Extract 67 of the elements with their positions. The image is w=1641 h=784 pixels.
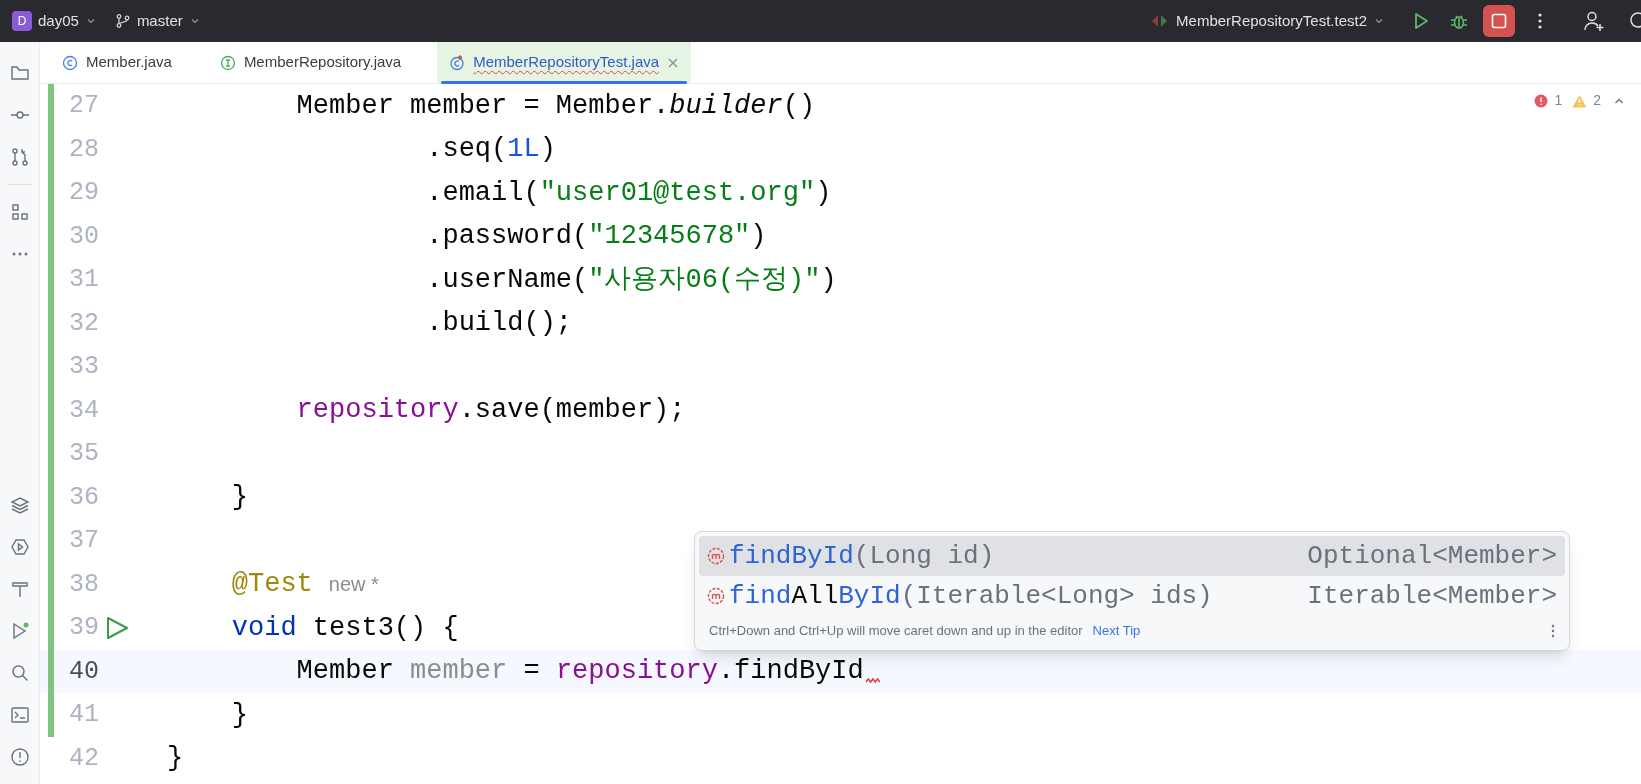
line-number: 31	[69, 264, 99, 296]
project-name: day05	[38, 10, 79, 31]
test-class-icon	[449, 54, 466, 71]
line-number: 39	[69, 612, 99, 644]
structure-icon[interactable]	[9, 202, 30, 222]
branch-widget[interactable]: master	[114, 9, 201, 33]
code-line: }	[230, 481, 248, 514]
code-line: .userName("사용자06(수정)")	[425, 263, 837, 297]
line-number: 32	[69, 307, 99, 340]
code-line: .seq(1L)	[425, 133, 556, 166]
line-number: 28	[69, 133, 99, 166]
run-config-widget[interactable]: MemberRepositoryTest.test2	[1150, 9, 1385, 33]
editor-tab[interactable]: MemberRepository.java	[207, 42, 414, 83]
branch-name: master	[136, 10, 183, 31]
warning-icon	[1572, 93, 1588, 108]
line-number: 36	[69, 481, 99, 514]
method-icon	[707, 587, 725, 605]
folder-icon[interactable]	[9, 63, 30, 83]
add-user-icon[interactable]	[1583, 10, 1605, 32]
close-icon[interactable]	[667, 56, 680, 69]
interface-icon	[219, 54, 236, 71]
editor-tab[interactable]: MemberRepositoryTest.java	[437, 42, 692, 83]
line-number: 34	[69, 394, 99, 427]
class-icon	[62, 54, 78, 71]
line-number: 41	[69, 699, 99, 731]
next-tip-link[interactable]: Next Tip	[1092, 621, 1141, 641]
code-line: Member member = repository.findById	[295, 655, 864, 688]
method-icon	[707, 547, 725, 565]
branch-icon	[114, 13, 131, 29]
code-line: .email("user01@test.org")	[425, 176, 832, 210]
line-number: 29	[69, 177, 99, 209]
tip-text: Ctrl+Down and Ctrl+Up will move caret down and up in the editor	[709, 622, 1083, 641]
code-line: void test3() {	[230, 611, 459, 645]
code-line: Member member = Member.builder()	[295, 89, 816, 123]
line-number: 40	[69, 655, 99, 688]
code-line: .password("12345678")	[425, 220, 767, 253]
code-line: .build();	[425, 307, 573, 340]
line-number: 35	[69, 438, 99, 470]
services-icon[interactable]	[9, 537, 30, 557]
line-number: 37	[69, 525, 99, 557]
terminal-icon[interactable]	[9, 705, 30, 725]
stop-button[interactable]	[1483, 5, 1515, 37]
warning-count: 2	[1593, 91, 1601, 110]
more-icon[interactable]	[1537, 12, 1543, 30]
pull-request-icon[interactable]	[9, 147, 30, 167]
project-widget[interactable]: D day05	[10, 6, 99, 36]
error-icon	[1534, 93, 1549, 108]
code-line: @Test new *	[230, 568, 379, 601]
line-number: 38	[69, 568, 99, 601]
error-count: 1	[1554, 91, 1563, 110]
line-number: 42	[69, 742, 99, 775]
hammer-icon[interactable]	[9, 579, 30, 599]
line-number: 30	[69, 220, 99, 253]
problems-icon[interactable]	[9, 747, 30, 767]
run-config-name: MemberRepositoryTest.test2	[1176, 10, 1367, 31]
code-line: }	[167, 742, 184, 775]
editor-tab[interactable]: Member.java	[50, 42, 184, 83]
run-test-icon[interactable]	[104, 614, 130, 641]
code-line: }	[230, 698, 248, 732]
stop-icon	[1491, 13, 1507, 29]
project-badge: D	[12, 11, 32, 31]
line-number: 33	[69, 351, 99, 383]
layers-icon[interactable]	[9, 495, 30, 515]
line-number: 27	[69, 90, 99, 122]
code-line: repository.save(member);	[295, 394, 686, 427]
completion-item[interactable]: findAllById(Iterable<Long> ids) Iterable<Member>	[699, 576, 1565, 616]
completion-item[interactable]: findById(Long id) Optional<Member>	[699, 536, 1565, 576]
